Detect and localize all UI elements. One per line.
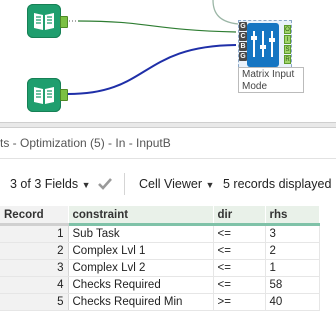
viewer-dropdown[interactable]: Cell Viewer ▼	[139, 176, 214, 193]
input-anchor-c[interactable]: C	[239, 32, 247, 41]
results-window: ts - Optimization (5) - In - InputB 3 of…	[0, 122, 336, 326]
chevron-down-icon: ▼	[81, 180, 91, 190]
cell-rhs[interactable]: 2	[265, 242, 320, 260]
column-header-dir[interactable]: dir	[213, 206, 266, 226]
record-number: 1	[0, 224, 69, 243]
column-header-rhs[interactable]: rhs	[265, 206, 320, 226]
output-anchor-i[interactable]: I	[284, 35, 291, 44]
input-anchor-b[interactable]: B	[239, 42, 247, 51]
table-row[interactable]: 4 Checks Required <= 58	[0, 276, 320, 294]
cell-constraint[interactable]: Sub Task	[68, 224, 214, 243]
results-title: ts - Optimization (5) - In - InputB	[0, 136, 171, 150]
cell-dir[interactable]: >=	[213, 293, 266, 311]
column-header-constraint[interactable]: constraint	[68, 206, 214, 226]
output-anchor-r[interactable]: R	[284, 55, 291, 64]
records-count: 5 records displayed	[223, 176, 331, 192]
cell-constraint[interactable]: Checks Required	[68, 276, 214, 294]
table-row[interactable]: 2 Complex Lvl 1 <= 2	[0, 242, 320, 260]
sliders-icon	[251, 31, 275, 57]
upper-connection	[212, 0, 239, 25]
cell-rhs[interactable]: 58	[265, 276, 320, 294]
cell-rhs[interactable]: 3	[265, 224, 320, 243]
cell-dir[interactable]: <=	[213, 242, 266, 260]
input-data-tool-b[interactable]	[27, 78, 61, 112]
data-table: Record constraint dir rhs 1 Sub Task <= …	[0, 206, 320, 311]
records-label: 5 records displayed	[223, 177, 332, 191]
output-anchor-o[interactable]: O	[284, 25, 291, 34]
checkmark-icon[interactable]	[96, 175, 114, 193]
input-data-tool-a[interactable]	[27, 4, 61, 38]
cell-dir[interactable]: <=	[213, 259, 266, 277]
table-row[interactable]: 5 Checks Required Min >= 40	[0, 293, 320, 311]
cell-constraint[interactable]: Checks Required Min	[68, 293, 214, 311]
output-anchor-s[interactable]: S	[284, 45, 291, 54]
workflow-canvas[interactable]: G C B G O I S R Matrix Input Mode	[0, 0, 336, 120]
cell-dir[interactable]: <=	[213, 276, 266, 294]
table-row[interactable]: 1 Sub Task <= 3	[0, 224, 320, 243]
input-anchor-g-bottom[interactable]: G	[239, 52, 247, 61]
column-header-record[interactable]: Record	[0, 206, 69, 226]
results-grid: Record constraint dir rhs 1 Sub Task <= …	[0, 206, 336, 311]
book-icon	[34, 13, 54, 30]
record-number: 2	[0, 242, 69, 260]
cell-constraint[interactable]: Complex Lvl 1	[68, 242, 214, 260]
record-number: 3	[0, 259, 69, 277]
fields-label: 3 of 3 Fields	[10, 177, 79, 191]
header-row: Record constraint dir rhs	[0, 206, 320, 226]
results-toolbar: 3 of 3 Fields ▼ Cell Viewer ▼ 5 records …	[0, 166, 336, 202]
input-a-connection	[77, 20, 237, 33]
book-icon	[34, 87, 54, 104]
input-anchor-g-top[interactable]: G	[239, 22, 247, 31]
output-anchor-b[interactable]	[60, 89, 68, 101]
output-anchor-a[interactable]	[60, 16, 68, 28]
optimization-tool-icon	[247, 23, 279, 67]
toolbar-divider	[124, 173, 125, 195]
record-number: 4	[0, 276, 69, 294]
viewer-label: Cell Viewer	[139, 177, 202, 191]
cell-rhs[interactable]: 1	[265, 259, 320, 277]
cell-dir[interactable]: <=	[213, 224, 266, 243]
chevron-down-icon: ▼	[205, 180, 215, 190]
cell-constraint[interactable]: Complex Lvl 2	[68, 259, 214, 277]
results-title-bar: ts - Optimization (5) - In - InputB	[0, 128, 336, 159]
input-b-connection	[67, 44, 237, 95]
optimization-tool[interactable]: G C B G O I S R	[238, 20, 292, 72]
record-number: 5	[0, 293, 69, 311]
cell-rhs[interactable]: 40	[265, 293, 320, 311]
table-row[interactable]: 3 Complex Lvl 2 <= 1	[0, 259, 320, 277]
tool-annotation: Matrix Input Mode	[238, 67, 304, 93]
fields-dropdown[interactable]: 3 of 3 Fields ▼	[10, 176, 91, 193]
